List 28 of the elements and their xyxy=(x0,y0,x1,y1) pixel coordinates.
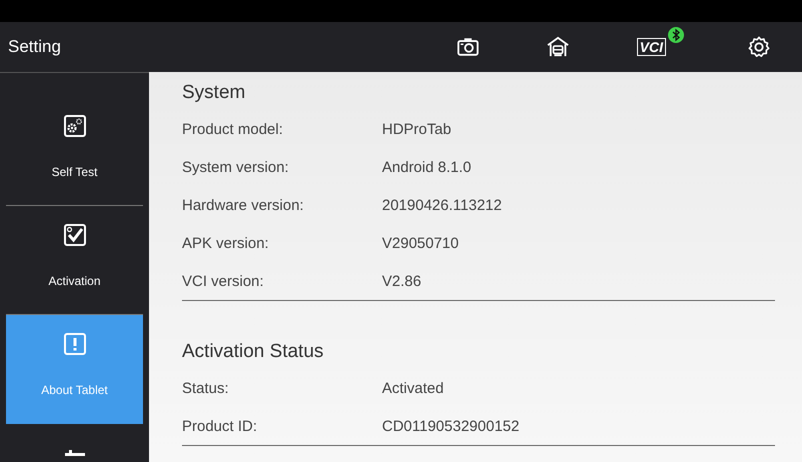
sidebar-item-label: Activation xyxy=(48,274,101,288)
field-label: Product model: xyxy=(182,120,284,138)
field-value: V2.86 xyxy=(382,272,422,290)
field-label: Product ID: xyxy=(182,418,258,434)
field-value: 20190426.113212 xyxy=(382,196,502,214)
field-value: Activated xyxy=(382,380,444,396)
section-title: Activation Status xyxy=(182,341,325,363)
field-value: V29050710 xyxy=(382,234,459,252)
camera-icon[interactable] xyxy=(456,36,479,58)
checkbox-icon xyxy=(64,224,86,246)
field-value: HDProTab xyxy=(382,120,452,138)
settings-icon[interactable] xyxy=(748,36,770,58)
sidebar-item[interactable]: Self Test xyxy=(6,97,143,206)
gears-icon xyxy=(64,115,86,137)
field-label: Status: xyxy=(182,380,230,396)
field-label: System version: xyxy=(182,158,290,176)
section-title: System xyxy=(182,82,246,104)
field-label: APK version: xyxy=(182,234,270,252)
field-label: VCI version: xyxy=(182,272,265,290)
field-label: Hardware version: xyxy=(182,196,305,214)
sidebar-item-label: About Tablet xyxy=(41,383,108,397)
field-value: Android 8.1.0 xyxy=(382,158,472,176)
bar-icon xyxy=(64,450,84,456)
field-value: CD01190532900152 xyxy=(382,418,520,434)
garage-icon[interactable] xyxy=(546,36,569,58)
exclamation-icon xyxy=(64,333,86,355)
screen-title: Setting xyxy=(8,37,61,57)
sidebar-item-label: Self Test xyxy=(52,165,98,179)
